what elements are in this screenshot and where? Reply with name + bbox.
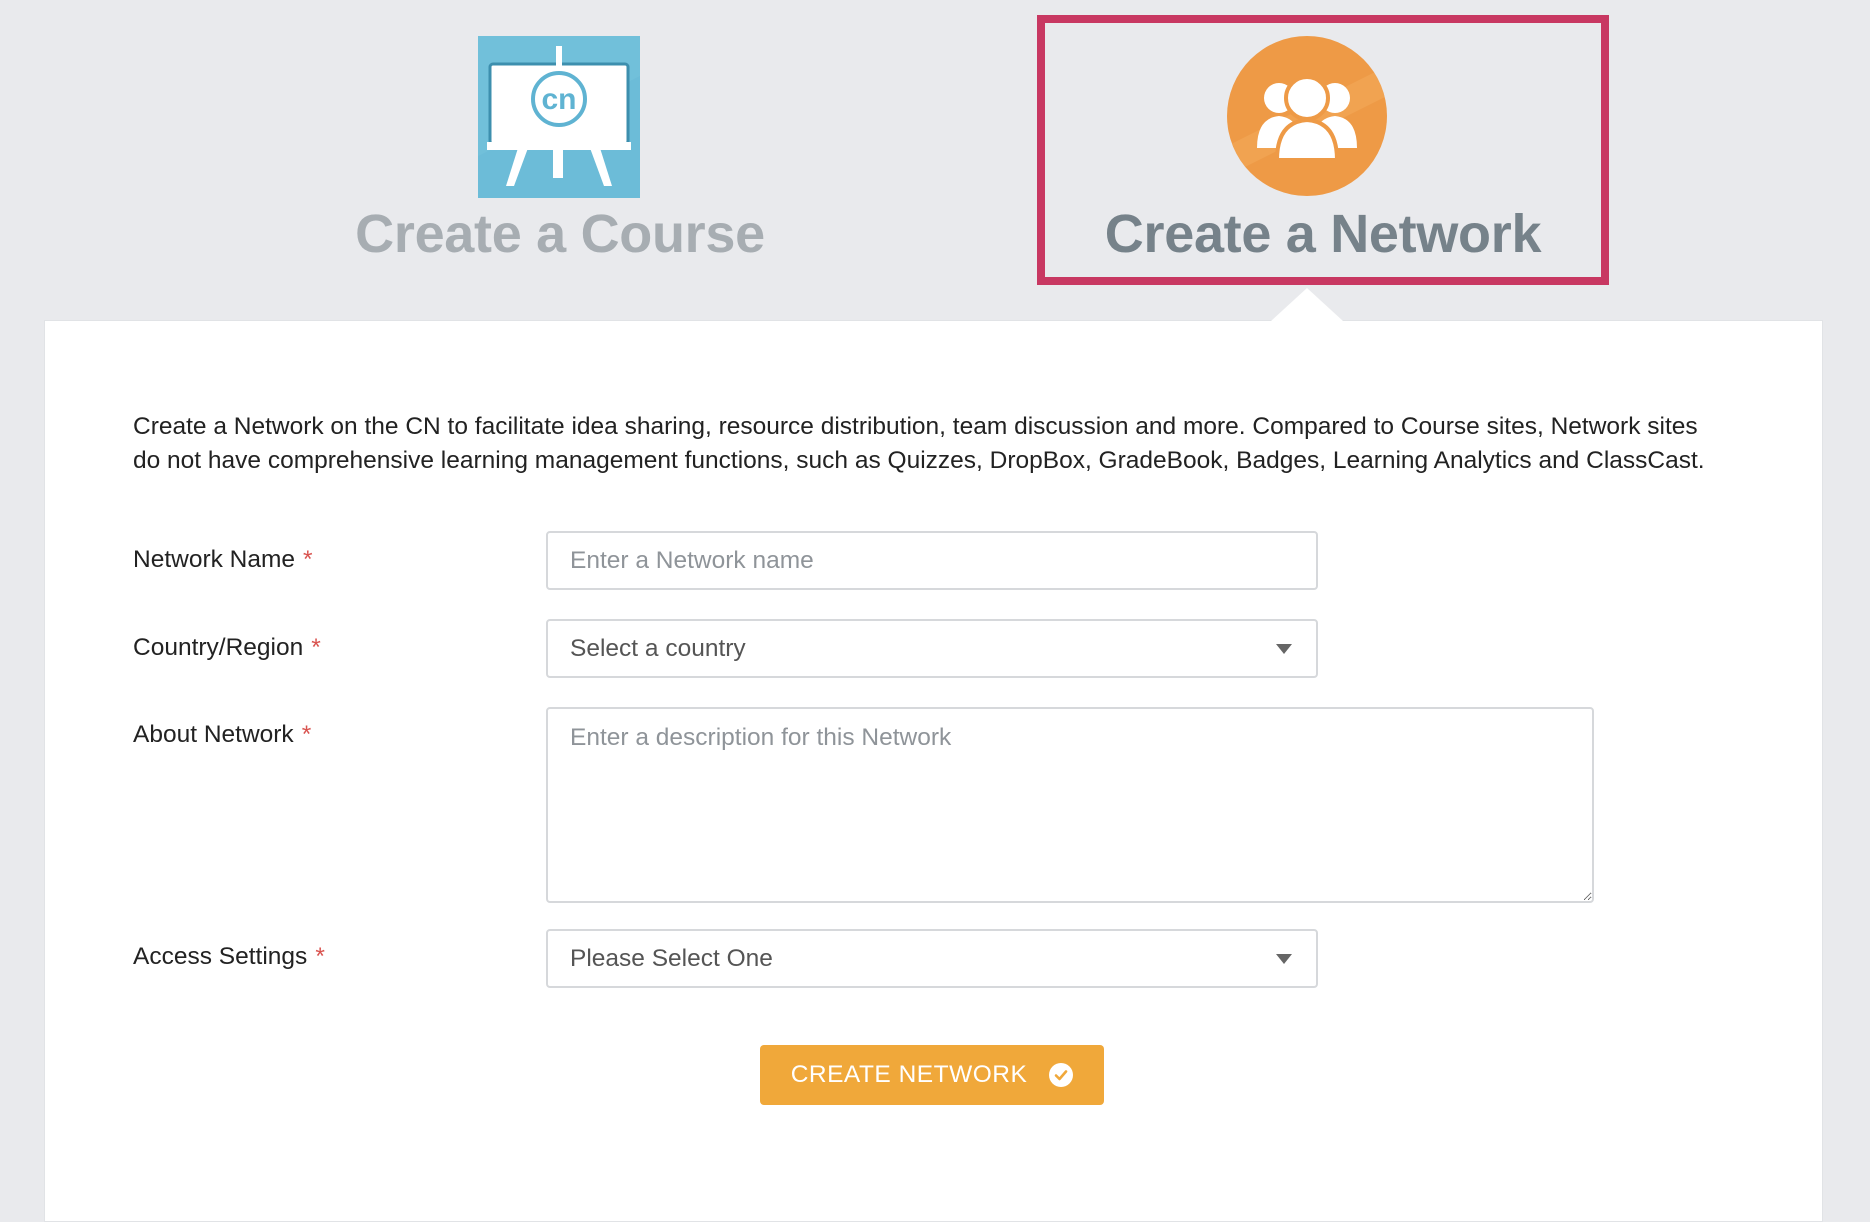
easel-cn-icon: cn <box>478 36 640 198</box>
svg-text:cn: cn <box>541 83 576 116</box>
access-settings-label: Access Settings * <box>133 940 325 974</box>
required-marker: * <box>303 546 313 573</box>
create-network-title[interactable]: Create a Network <box>1037 202 1609 266</box>
country-select-value: Select a country <box>570 634 746 662</box>
panel-pointer <box>1271 288 1343 321</box>
create-course-option[interactable]: cn Create a Course <box>350 0 770 290</box>
create-network-option[interactable]: Create a Network <box>1037 0 1609 290</box>
access-settings-label-text: Access Settings <box>133 943 308 970</box>
chevron-down-icon <box>1276 953 1292 964</box>
create-course-title[interactable]: Create a Course <box>350 202 770 266</box>
group-users-icon <box>1227 36 1387 196</box>
network-name-label-text: Network Name <box>133 546 296 573</box>
access-settings-select[interactable]: Please Select One <box>546 929 1318 988</box>
about-network-label-text: About Network <box>133 721 294 748</box>
required-marker: * <box>315 943 325 970</box>
required-marker: * <box>301 721 312 748</box>
check-circle-icon <box>1049 1063 1074 1087</box>
create-site-page: cn Create a Course Create a Network Crea… <box>0 0 1870 1222</box>
network-name-input[interactable] <box>546 531 1318 590</box>
about-network-textarea[interactable] <box>546 707 1594 903</box>
country-label: Country/Region * <box>133 631 321 665</box>
create-network-button-label: CREATE NETWORK <box>790 1061 1028 1088</box>
create-network-button[interactable]: CREATE NETWORK <box>760 1045 1104 1105</box>
intro-text: Create a Network on the CN to facilitate… <box>133 413 1705 474</box>
about-network-label: About Network * <box>133 718 311 752</box>
required-marker: * <box>311 634 321 661</box>
chevron-down-icon <box>1276 643 1292 654</box>
access-settings-select-value: Please Select One <box>570 944 773 972</box>
country-label-text: Country/Region <box>133 634 304 661</box>
network-name-label: Network Name * <box>133 543 313 577</box>
country-select[interactable]: Select a country <box>546 619 1318 678</box>
